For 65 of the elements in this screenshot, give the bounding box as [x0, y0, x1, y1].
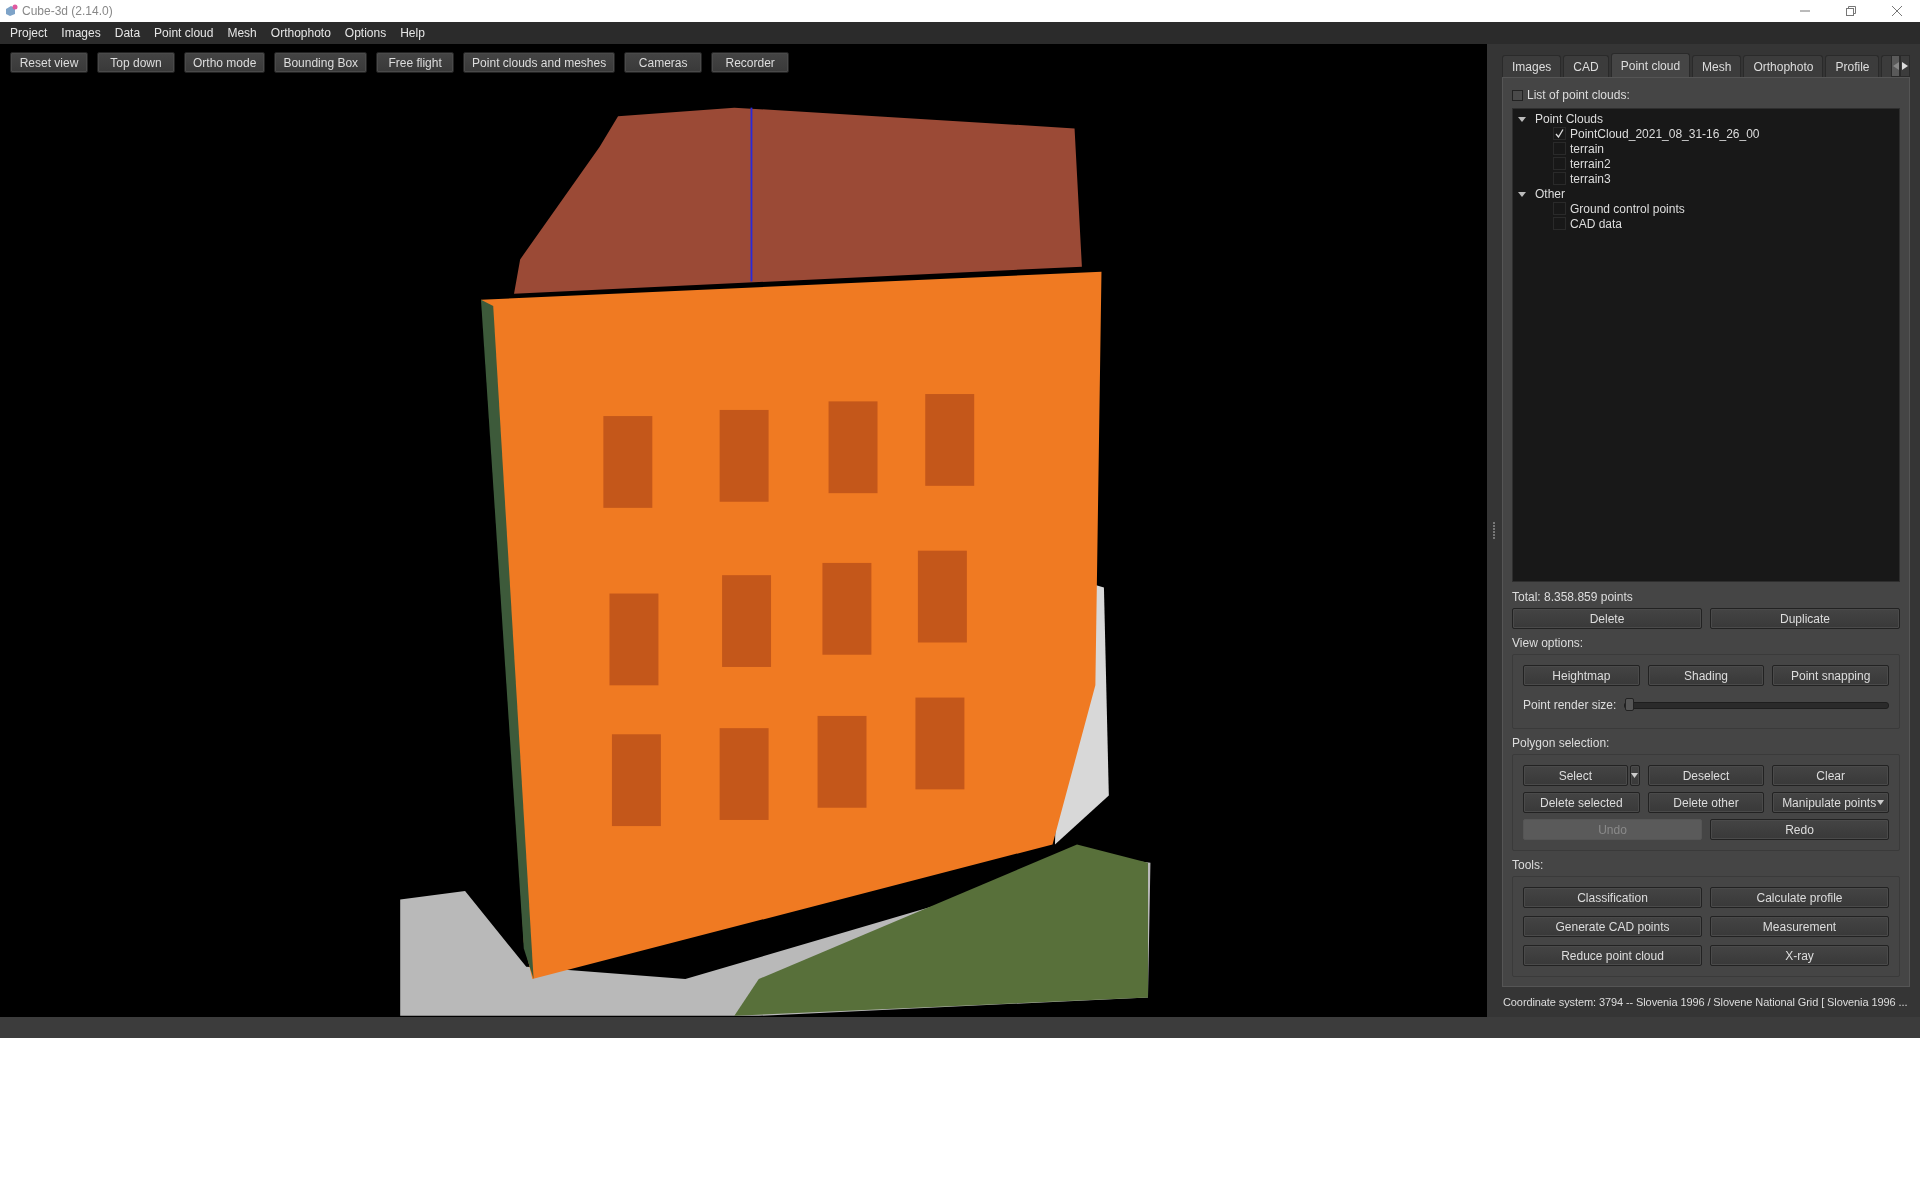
dropdown-button[interactable] [1629, 765, 1640, 786]
app-logo-icon [4, 4, 18, 18]
section-label: View options: [1512, 636, 1585, 650]
menu-item[interactable]: Options [337, 26, 394, 40]
tree-item-label[interactable]: CAD data [1570, 216, 1623, 231]
caret-icon [1877, 800, 1884, 805]
tab[interactable]: CAD [1563, 55, 1609, 77]
tab[interactable]: Orthophoto [1743, 55, 1824, 77]
slider-label: Point render size: [1523, 698, 1617, 712]
tree-item-label[interactable]: terrain3 [1570, 171, 1611, 186]
menu-item[interactable]: Images [54, 26, 108, 40]
tab[interactable]: Point cloud [1610, 53, 1691, 77]
splitter-grip-icon[interactable] [1493, 521, 1496, 540]
action-button[interactable]: Delete [1512, 608, 1702, 629]
caret-icon [1631, 773, 1639, 778]
menu-item[interactable]: Mesh [220, 26, 264, 40]
toolbar-button[interactable]: Top down [97, 52, 175, 73]
toolbar-button[interactable]: Free flight [376, 52, 455, 73]
action-button[interactable]: Delete other [1647, 792, 1765, 813]
action-button[interactable]: Delete selected [1523, 792, 1640, 813]
menu-item[interactable]: Help [393, 26, 432, 40]
checkbox[interactable] [1553, 127, 1566, 140]
tool-button[interactable]: Reduce point cloud [1523, 945, 1702, 966]
tree-group-label[interactable]: Other [1535, 186, 1565, 201]
action-button[interactable]: Clear [1772, 765, 1889, 786]
tree-item-label[interactable]: terrain [1570, 141, 1604, 156]
tool-button[interactable]: Generate CAD points [1523, 916, 1702, 937]
toolbar-button[interactable]: Bounding Box [274, 52, 368, 73]
toolbar-button[interactable]: Recorder [711, 52, 790, 73]
tree-item-label[interactable]: terrain2 [1570, 156, 1611, 171]
tab[interactable]: Profile [1825, 55, 1880, 77]
tool-button[interactable]: Classification [1523, 887, 1702, 908]
action-button[interactable]: Deselect [1647, 765, 1765, 786]
action-button[interactable]: Duplicate [1710, 608, 1900, 629]
slider-thumb[interactable] [1625, 697, 1635, 711]
toolbar-button[interactable]: Point clouds and meshes [463, 52, 616, 73]
view-option-button[interactable]: Heightmap [1523, 665, 1640, 686]
total-points-label: Total: 8.358.859 points [1512, 590, 1634, 604]
tab[interactable]: Mesh [1692, 55, 1742, 77]
scroll-right-icon[interactable] [1900, 55, 1910, 77]
tool-button[interactable]: X-ray [1710, 945, 1889, 966]
view-option-button[interactable]: Point snapping [1772, 665, 1889, 686]
coordinate-system-label: Coordinate system: 3794 -- Slovenia 1996 / Slovene National Grid [ Slovenia 1996 ... [1502, 995, 1909, 1010]
tool-button[interactable]: Calculate profile [1710, 887, 1889, 908]
checkbox[interactable] [1512, 89, 1523, 101]
dropdown-button[interactable]: Manipulate points [1772, 792, 1889, 813]
tree-item-label[interactable]: PointCloud_2021_08_31-16_26_00 [1570, 126, 1760, 141]
tool-button[interactable]: Measurement [1710, 916, 1889, 937]
view-option-button[interactable]: Shading [1647, 665, 1765, 686]
menu-item[interactable]: Point cloud [147, 26, 221, 40]
menu-item[interactable]: Orthophoto [263, 26, 338, 40]
menu-item[interactable]: Project [3, 26, 55, 40]
menu-item[interactable]: Data [107, 26, 148, 40]
section-label: Polygon selection: [1512, 736, 1611, 750]
tree-item-label[interactable]: Ground control points [1570, 201, 1685, 216]
action-button[interactable]: Redo [1710, 819, 1889, 840]
window-title: Cube-3d (2.14.0) [22, 4, 113, 18]
toolbar-button[interactable]: Cameras [624, 52, 703, 73]
section-label: Tools: [1512, 858, 1545, 872]
checkbox-label: List of point clouds: [1527, 88, 1630, 102]
toolbar-button[interactable]: Reset view [10, 52, 88, 73]
select-button[interactable]: Select [1523, 765, 1628, 786]
toolbar-button[interactable]: Ortho mode [184, 52, 266, 73]
tree-group-label[interactable]: Point Clouds [1535, 111, 1604, 126]
tab[interactable]: Images [1502, 55, 1562, 77]
